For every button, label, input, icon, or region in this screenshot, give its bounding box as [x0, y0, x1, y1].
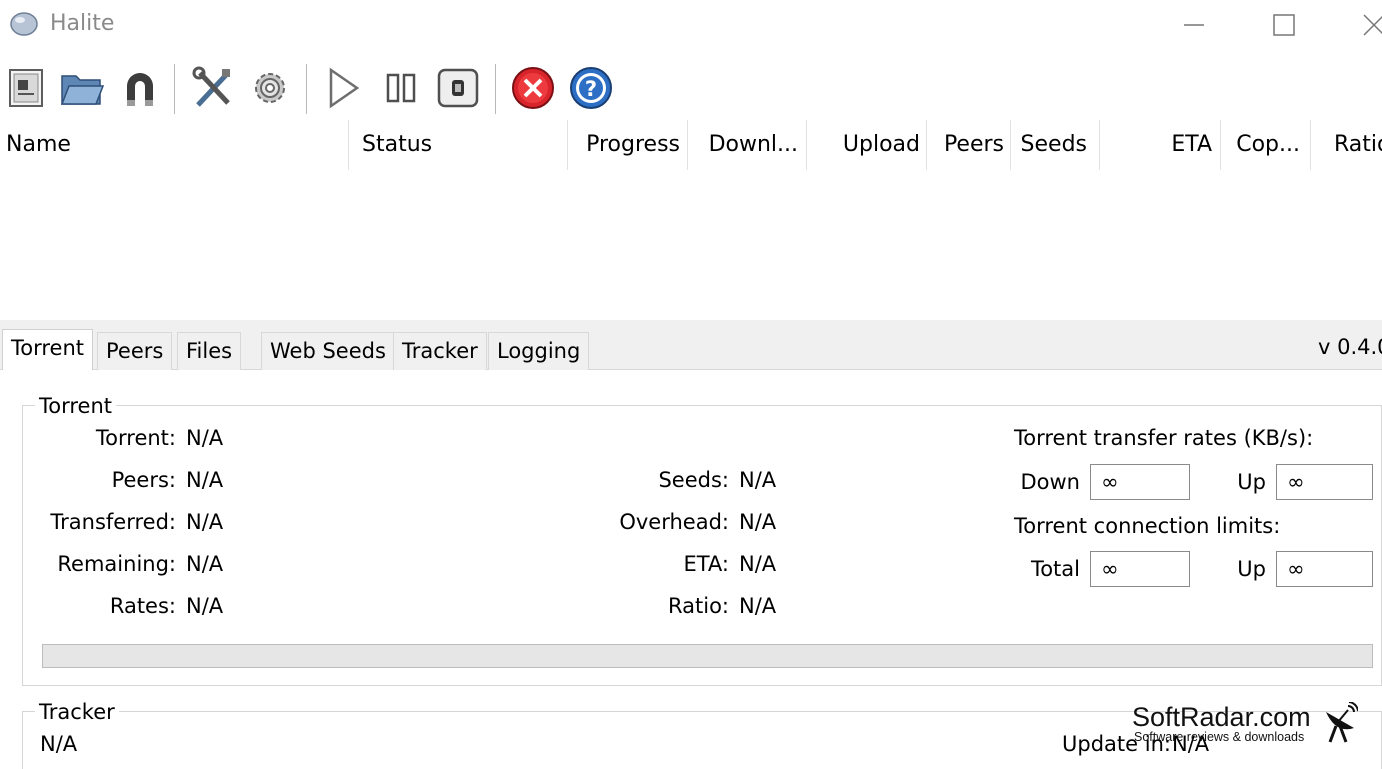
rates-value: N/A — [186, 594, 224, 618]
remaining-value: N/A — [186, 552, 224, 576]
peers-value: N/A — [186, 468, 224, 492]
tracker-group-title: Tracker — [35, 700, 119, 724]
torrent-group-title: Torrent — [35, 394, 117, 418]
maximize-button[interactable] — [1239, 0, 1329, 50]
magnet-icon — [127, 73, 153, 106]
window-title: Halite — [50, 11, 115, 36]
tools-button[interactable] — [189, 62, 237, 114]
torrent-value: N/A — [186, 426, 224, 450]
eta-label: ETA: — [683, 552, 729, 576]
ratio-value: N/A — [739, 594, 777, 618]
overhead-label: Overhead: — [619, 510, 729, 534]
up-rate-label: Up — [1237, 470, 1266, 494]
total-limit-input[interactable]: ∞ — [1090, 551, 1190, 587]
column-divider[interactable] — [348, 120, 349, 170]
version-label: v 0.4.0 — [1318, 335, 1382, 359]
open-folder-button[interactable] — [58, 62, 106, 114]
torrent-list-header: Name Status Progress Downl... Upload Pee… — [0, 120, 1382, 170]
down-rate-label: Down — [1020, 470, 1080, 494]
up-rate-input[interactable]: ∞ — [1276, 464, 1373, 500]
up-limit-input[interactable]: ∞ — [1276, 551, 1373, 587]
help-button[interactable]: ? — [567, 62, 615, 114]
toolbar-separator — [306, 64, 307, 114]
minimize-icon — [1184, 24, 1204, 26]
column-header-seeds[interactable]: Seeds — [1010, 120, 1093, 170]
watermark-tagline: Software reviews & downloads — [1134, 730, 1305, 744]
remaining-label: Remaining: — [57, 552, 176, 576]
stop-button[interactable] — [434, 62, 482, 114]
pause-button[interactable] — [377, 62, 425, 114]
transferred-label: Transferred: — [50, 510, 176, 534]
column-header-upload[interactable]: Upload — [806, 120, 926, 170]
column-header-eta[interactable]: ETA — [1100, 120, 1218, 170]
toolbar-separator — [495, 64, 496, 114]
title-bar: Halite — [0, 0, 1382, 52]
stop-icon — [437, 68, 479, 108]
rates-label: Rates: — [109, 594, 176, 618]
close-button[interactable] — [1329, 0, 1382, 50]
open-file-icon — [9, 69, 43, 107]
maximize-icon — [1273, 14, 1295, 36]
remove-button[interactable] — [509, 62, 557, 114]
details-tab-bar: Torrent Peers Files Web Seeds Tracker Lo… — [0, 320, 1382, 371]
tab-files[interactable]: Files — [177, 332, 242, 370]
column-header-peers[interactable]: Peers — [926, 120, 1010, 170]
torrent-progress-bar — [42, 644, 1373, 668]
satellite-dish-icon — [1326, 702, 1358, 743]
toolbar-separator — [174, 64, 175, 114]
column-header-name[interactable]: Name — [0, 120, 348, 170]
resume-button[interactable] — [319, 62, 367, 114]
tab-web-seeds[interactable]: Web Seeds — [261, 332, 395, 370]
svg-text:?: ? — [585, 77, 597, 101]
minimize-button[interactable] — [1149, 0, 1239, 50]
overhead-value: N/A — [739, 510, 777, 534]
column-header-copies[interactable]: Cop... — [1220, 120, 1306, 170]
tools-icon — [192, 66, 230, 107]
transferred-value: N/A — [186, 510, 224, 534]
tab-torrent[interactable]: Torrent — [2, 329, 94, 371]
connection-limits-title: Torrent connection limits: — [1014, 514, 1281, 538]
column-divider[interactable] — [1310, 120, 1311, 170]
seeds-label: Seeds: — [658, 468, 729, 492]
up-limit-label: Up — [1237, 557, 1266, 581]
open-file-button[interactable] — [2, 62, 50, 114]
softradar-watermark: SoftRadar.com Software reviews & downloa… — [1132, 700, 1368, 750]
help-icon: ? — [570, 67, 612, 109]
ratio-label: Ratio: — [668, 594, 729, 618]
seeds-value: N/A — [739, 468, 777, 492]
eta-value: N/A — [739, 552, 777, 576]
peers-label: Peers: — [111, 468, 176, 492]
total-limit-label: Total — [1030, 557, 1080, 581]
open-folder-icon — [60, 75, 105, 105]
watermark-name: SoftRadar.com — [1132, 702, 1311, 732]
remove-icon — [512, 67, 554, 109]
tab-logging[interactable]: Logging — [488, 332, 590, 370]
tab-peers[interactable]: Peers — [97, 332, 173, 370]
toolbar: ? — [0, 58, 1382, 118]
magnet-button[interactable] — [116, 62, 164, 114]
halite-app-icon — [10, 12, 38, 36]
resume-icon — [329, 67, 360, 109]
torrent-label: Torrent: — [95, 426, 176, 450]
pause-icon — [386, 73, 416, 103]
column-header-status[interactable]: Status — [356, 120, 566, 170]
column-header-download[interactable]: Downl... — [688, 120, 804, 170]
column-header-ratio[interactable]: Ratio — [1328, 120, 1382, 170]
settings-gear-icon — [255, 73, 285, 103]
column-header-progress[interactable]: Progress — [568, 120, 686, 170]
tab-tracker[interactable]: Tracker — [393, 332, 487, 370]
tracker-value: N/A — [40, 732, 78, 756]
transfer-rates-title: Torrent transfer rates (KB/s): — [1014, 426, 1314, 450]
settings-button[interactable] — [246, 62, 294, 114]
close-icon — [1363, 14, 1382, 36]
torrent-list[interactable] — [0, 170, 1382, 320]
down-rate-input[interactable]: ∞ — [1090, 464, 1190, 500]
